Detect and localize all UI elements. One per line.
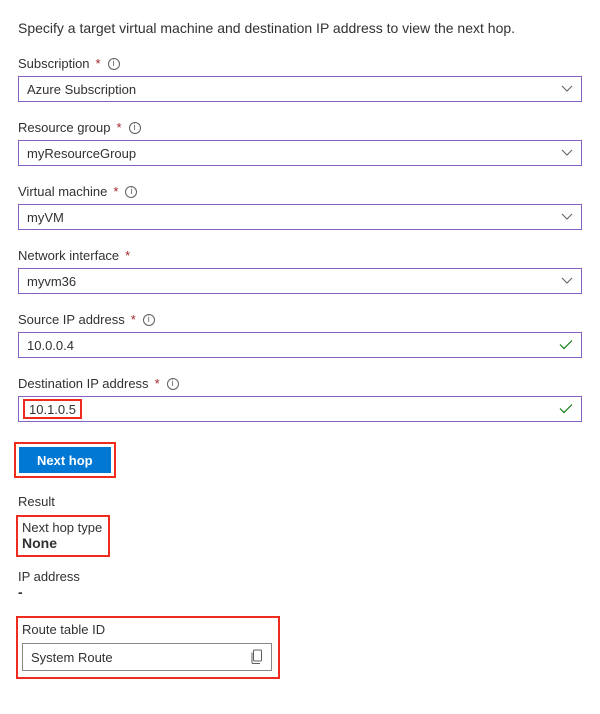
info-icon[interactable]: i bbox=[108, 58, 120, 70]
network-interface-label-text: Network interface bbox=[18, 248, 119, 263]
route-table-value-box[interactable]: System Route bbox=[22, 643, 272, 671]
chevron-down-icon bbox=[561, 85, 573, 93]
source-ip-label: Source IP address * i bbox=[18, 312, 582, 327]
virtual-machine-label: Virtual machine * i bbox=[18, 184, 582, 199]
intro-text: Specify a target virtual machine and des… bbox=[18, 20, 582, 36]
info-icon[interactable]: i bbox=[125, 186, 137, 198]
route-table-value: System Route bbox=[31, 650, 113, 665]
source-ip-label-text: Source IP address bbox=[18, 312, 125, 327]
ip-address-value: - bbox=[18, 584, 582, 600]
ip-address-block: IP address - bbox=[18, 569, 582, 600]
source-ip-input[interactable]: 10.0.0.4 bbox=[18, 332, 582, 358]
next-hop-button-highlight: Next hop bbox=[18, 446, 112, 474]
info-icon[interactable]: i bbox=[167, 378, 179, 390]
destination-ip-input[interactable]: 10.1.0.5 bbox=[18, 396, 582, 422]
route-table-block: Route table ID System Route bbox=[18, 618, 278, 677]
destination-ip-field: Destination IP address * i 10.1.0.5 bbox=[18, 376, 582, 422]
network-interface-label: Network interface * bbox=[18, 248, 582, 263]
source-ip-field: Source IP address * i 10.0.0.4 bbox=[18, 312, 582, 358]
subscription-label-text: Subscription bbox=[18, 56, 90, 71]
required-asterisk: * bbox=[96, 56, 101, 71]
checkmark-icon bbox=[559, 340, 573, 351]
info-icon[interactable]: i bbox=[143, 314, 155, 326]
destination-ip-value: 10.1.0.5 bbox=[29, 402, 76, 417]
next-hop-type-value: None bbox=[22, 535, 102, 551]
checkmark-icon bbox=[559, 404, 573, 415]
next-hop-button[interactable]: Next hop bbox=[19, 447, 111, 473]
network-interface-field: Network interface * myvm36 bbox=[18, 248, 582, 294]
required-asterisk: * bbox=[155, 376, 160, 391]
result-heading: Result bbox=[18, 494, 582, 509]
chevron-down-icon bbox=[561, 149, 573, 157]
required-asterisk: * bbox=[113, 184, 118, 199]
copy-icon[interactable] bbox=[250, 650, 263, 665]
virtual-machine-value: myVM bbox=[27, 210, 64, 225]
required-asterisk: * bbox=[125, 248, 130, 263]
resource-group-value: myResourceGroup bbox=[27, 146, 136, 161]
subscription-select[interactable]: Azure Subscription bbox=[18, 76, 582, 102]
resource-group-select[interactable]: myResourceGroup bbox=[18, 140, 582, 166]
subscription-field: Subscription * i Azure Subscription bbox=[18, 56, 582, 102]
source-ip-value: 10.0.0.4 bbox=[27, 338, 74, 353]
subscription-value: Azure Subscription bbox=[27, 82, 136, 97]
destination-ip-highlight: 10.1.0.5 bbox=[23, 399, 82, 419]
virtual-machine-field: Virtual machine * i myVM bbox=[18, 184, 582, 230]
destination-ip-label-text: Destination IP address bbox=[18, 376, 149, 391]
chevron-down-icon bbox=[561, 213, 573, 221]
ip-address-label: IP address bbox=[18, 569, 582, 584]
network-interface-select[interactable]: myvm36 bbox=[18, 268, 582, 294]
resource-group-field: Resource group * i myResourceGroup bbox=[18, 120, 582, 166]
route-table-label: Route table ID bbox=[22, 622, 272, 637]
next-hop-type-block: Next hop type None bbox=[18, 517, 108, 555]
resource-group-label-text: Resource group bbox=[18, 120, 111, 135]
network-interface-value: myvm36 bbox=[27, 274, 76, 289]
virtual-machine-label-text: Virtual machine bbox=[18, 184, 107, 199]
destination-ip-label: Destination IP address * i bbox=[18, 376, 582, 391]
resource-group-label: Resource group * i bbox=[18, 120, 582, 135]
virtual-machine-select[interactable]: myVM bbox=[18, 204, 582, 230]
required-asterisk: * bbox=[131, 312, 136, 327]
next-hop-type-label: Next hop type bbox=[22, 520, 102, 535]
info-icon[interactable]: i bbox=[129, 122, 141, 134]
subscription-label: Subscription * i bbox=[18, 56, 582, 71]
required-asterisk: * bbox=[117, 120, 122, 135]
chevron-down-icon bbox=[561, 277, 573, 285]
